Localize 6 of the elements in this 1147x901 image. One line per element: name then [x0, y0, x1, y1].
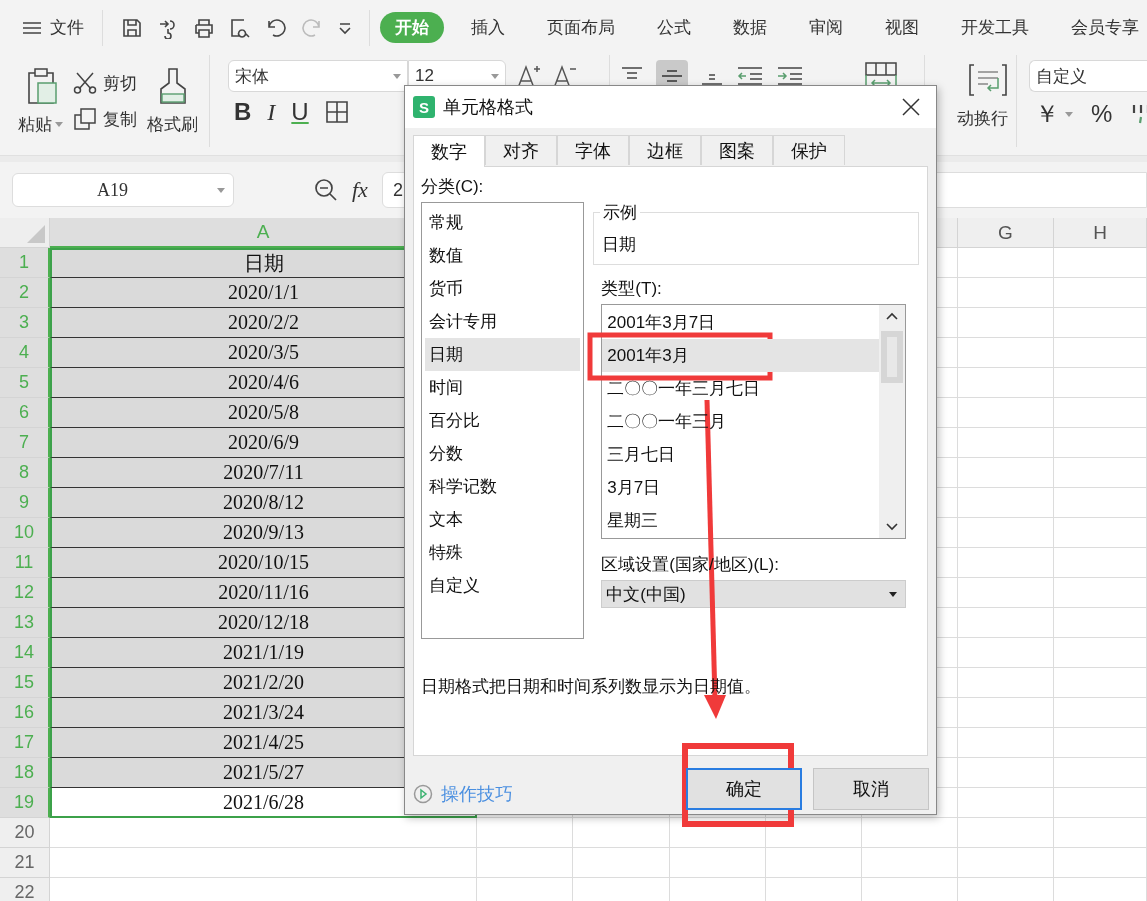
- type-label: 类型(T):: [601, 278, 663, 300]
- app-logo: S: [413, 96, 435, 118]
- dialog-title: 单元格格式: [443, 96, 534, 119]
- category-label: 分类(C):: [421, 176, 485, 198]
- sample-value: 日期: [602, 234, 637, 256]
- sample-label: 示例: [600, 201, 641, 224]
